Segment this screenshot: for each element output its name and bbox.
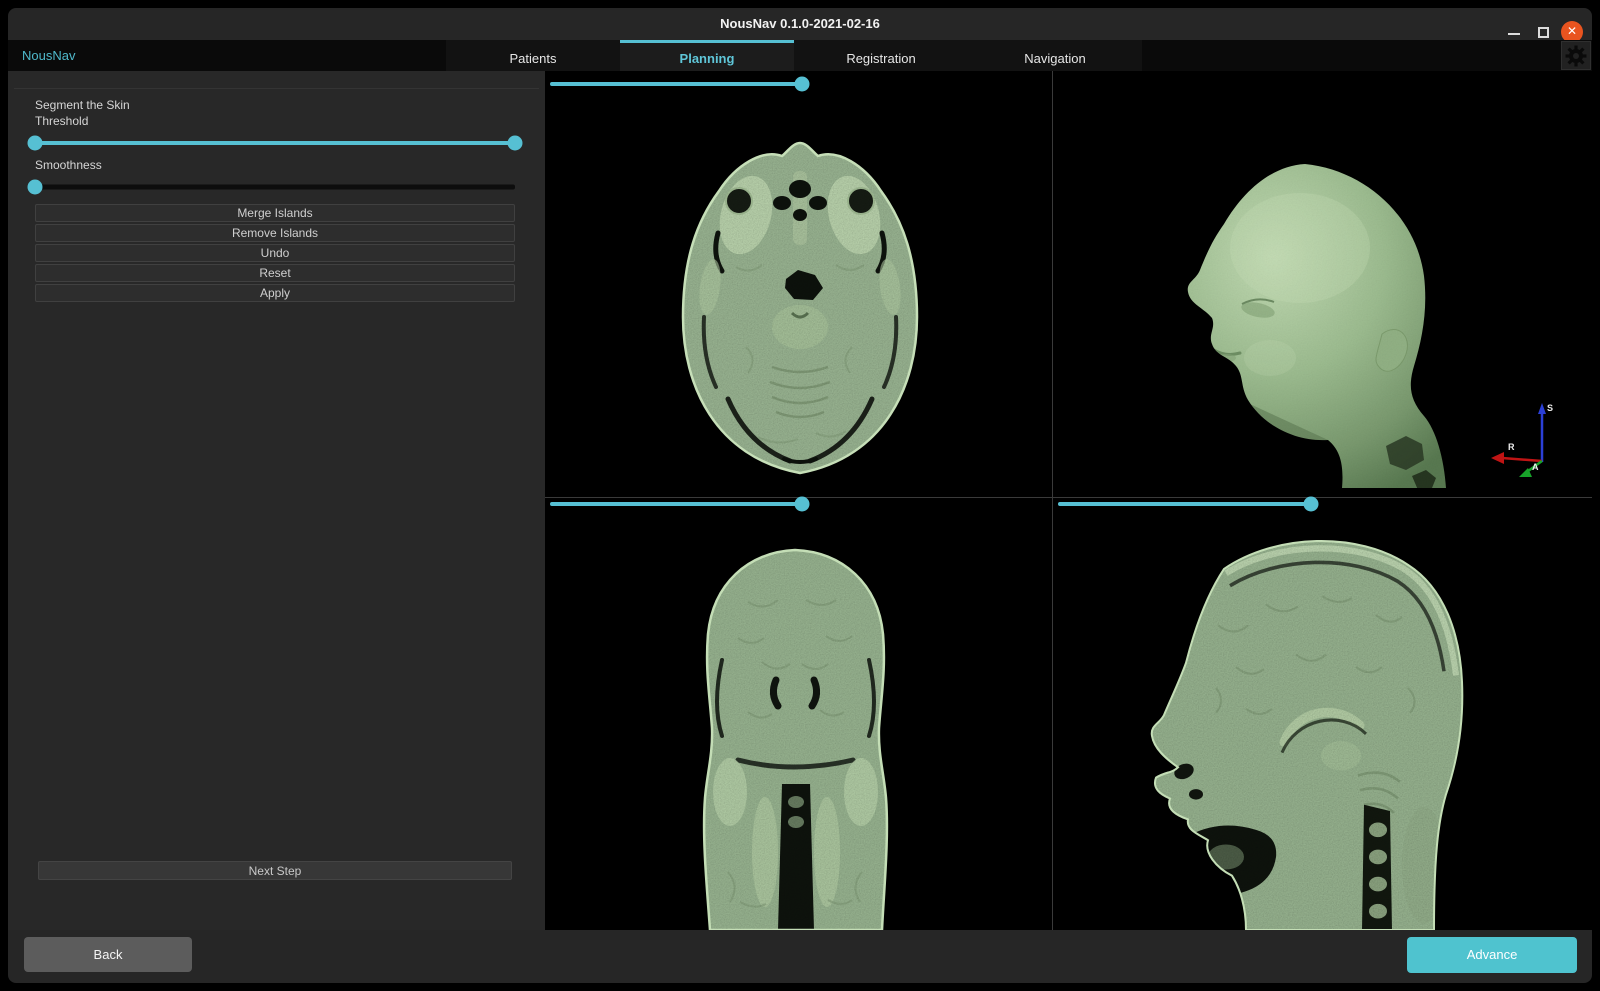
tab-planning[interactable]: Planning [620, 40, 794, 71]
gear-icon [1565, 45, 1587, 67]
axis-label-right: R [1508, 442, 1515, 452]
advance-button[interactable]: Advance [1407, 937, 1577, 973]
coronal-slice-slider[interactable] [550, 496, 1045, 511]
sagittal-slice-slider[interactable] [1058, 496, 1586, 511]
sagittal-slice-image[interactable] [1126, 521, 1474, 930]
tab-patients[interactable]: Patients [446, 40, 620, 71]
application-window: NousNav 0.1.0-2021-02-16 ✕ NousNav Patie… [0, 0, 1600, 991]
island-tool-buttons: Merge Islands Remove Islands Undo Reset Appl… [35, 204, 515, 304]
main-tab-bar: NousNav PatientsPlanningRegistrationNavi… [8, 40, 1592, 71]
sagittal-slider-fill [1058, 502, 1311, 506]
smoothness-slider[interactable] [35, 179, 515, 195]
minimize-icon[interactable] [1508, 33, 1520, 35]
viewer-vertical-divider [1052, 71, 1053, 930]
apply-button[interactable]: Apply [35, 284, 515, 302]
threshold-label: Threshold [35, 114, 88, 128]
threshold-slider-fill [35, 141, 515, 145]
threshold-low-handle[interactable] [28, 136, 43, 151]
axial-slice-image[interactable] [666, 137, 934, 481]
tab-strip: PatientsPlanningRegistrationNavigation [446, 40, 1142, 71]
coronal-slider-fill [550, 502, 802, 506]
maximize-icon[interactable] [1538, 27, 1549, 38]
3d-head-model[interactable] [1150, 158, 1460, 488]
merge-islands-button[interactable]: Merge Islands [35, 204, 515, 222]
next-step-button[interactable]: Next Step [38, 861, 512, 880]
undo-button[interactable]: Undo [35, 244, 515, 262]
footer-bar: Back Advance [8, 930, 1592, 983]
segmentation-panel: Segment the Skin Threshold Smoothness Me… [8, 71, 545, 930]
sagittal-slider-handle[interactable] [1304, 496, 1319, 511]
app-brand: NousNav [22, 40, 75, 71]
smoothness-handle[interactable] [28, 180, 43, 195]
threshold-range-slider[interactable] [35, 135, 515, 151]
settings-button[interactable] [1561, 41, 1591, 70]
section-title: Segment the Skin [35, 98, 130, 112]
axial-slice-slider[interactable] [550, 76, 1045, 91]
tab-registration[interactable]: Registration [794, 40, 968, 71]
window-title: NousNav 0.1.0-2021-02-16 [8, 8, 1592, 40]
threshold-high-handle[interactable] [508, 136, 523, 151]
coronal-slider-handle[interactable] [795, 496, 810, 511]
axial-slider-handle[interactable] [795, 76, 810, 91]
orientation-axes-icon: S R A [1488, 398, 1560, 480]
axis-label-superior: S [1547, 403, 1553, 413]
smoothness-slider-groove[interactable] [35, 185, 515, 190]
axial-slider-fill [550, 82, 802, 86]
reset-button[interactable]: Reset [35, 264, 515, 282]
title-bar: NousNav 0.1.0-2021-02-16 ✕ [8, 8, 1592, 40]
back-button[interactable]: Back [24, 937, 192, 972]
remove-islands-button[interactable]: Remove Islands [35, 224, 515, 242]
axis-label-anterior: A [1532, 462, 1539, 472]
coronal-slice-image[interactable] [678, 542, 913, 930]
slice-viewer-grid: S R A [545, 71, 1592, 930]
panel-divider [14, 88, 539, 89]
tab-navigation[interactable]: Navigation [968, 40, 1142, 71]
smoothness-label: Smoothness [35, 158, 102, 172]
